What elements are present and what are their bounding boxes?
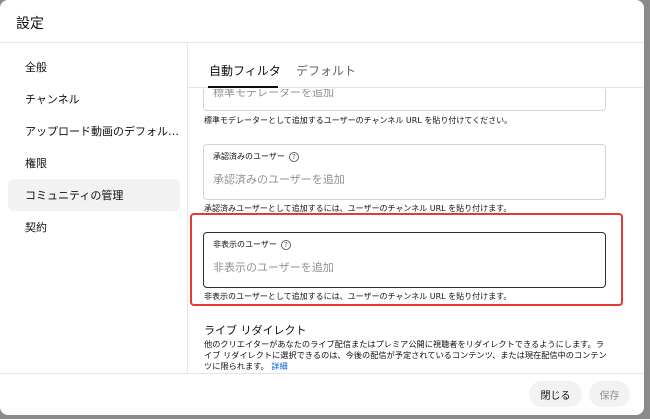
- live-redirect-title: ライブ リダイレクト: [204, 324, 307, 337]
- content-scrollbar[interactable]: [634, 89, 640, 373]
- approved-users-label-text: 承認済みのユーザー: [213, 152, 285, 161]
- save-button[interactable]: 保存: [589, 381, 630, 407]
- sidebar-item-channel[interactable]: チャンネル: [8, 83, 180, 115]
- moderators-field[interactable]: 標準モデレーターを追加: [203, 89, 606, 111]
- scroll-thumb[interactable]: [634, 101, 639, 251]
- learn-more-link[interactable]: 詳細: [271, 361, 287, 371]
- settings-dialog: 設定 全般 チャンネル アップロード動画のデフォル… 権限 コミュニティの管理 …: [0, 0, 644, 415]
- hidden-users-helper: 非表示のユーザーとして追加するには、ユーザーのチャンネル URL を貼り付けます…: [204, 292, 512, 301]
- approved-users-field[interactable]: 承認済みのユーザー ? 承認済みのユーザーを追加: [203, 144, 606, 200]
- approved-users-helper: 承認済みユーザーとして追加するには、ユーザーのチャンネル URL を貼り付けます…: [204, 204, 512, 213]
- close-button[interactable]: 閉じる: [529, 381, 582, 407]
- help-icon[interactable]: ?: [280, 239, 291, 250]
- sidebar-item-community[interactable]: コミュニティの管理: [8, 179, 180, 211]
- hidden-users-field[interactable]: 非表示のユーザー ? 非表示のユーザーを追加: [203, 232, 606, 288]
- approved-users-input[interactable]: 承認済みのユーザーを追加: [213, 171, 345, 187]
- tab-defaults[interactable]: デフォルト: [296, 62, 356, 79]
- sidebar-item-upload-defaults[interactable]: アップロード動画のデフォル…: [8, 115, 180, 147]
- help-icon[interactable]: ?: [288, 151, 299, 162]
- dialog-title: 設定: [16, 16, 44, 32]
- moderators-input[interactable]: 標準モデレーターを追加: [213, 89, 334, 100]
- hidden-users-label-text: 非表示のユーザー: [213, 240, 277, 249]
- sidebar: 全般 チャンネル アップロード動画のデフォル… 権限 コミュニティの管理 契約: [0, 43, 187, 373]
- community-settings-content: 標準モデレーターを追加 標準モデレーターとして追加するユーザーのチャンネル UR…: [188, 89, 632, 373]
- tab-auto-filter[interactable]: 自動フィルタ: [209, 62, 281, 79]
- tab-selected-indicator: [208, 86, 278, 88]
- sidebar-item-general[interactable]: 全般: [8, 51, 180, 83]
- approved-users-label: 承認済みのユーザー ?: [213, 151, 299, 162]
- footer-divider: [0, 373, 644, 374]
- sidebar-item-permissions[interactable]: 権限: [8, 147, 180, 179]
- sidebar-item-agreements[interactable]: 契約: [8, 211, 180, 243]
- live-redirect-description: 他のクリエイターがあなたのライブ配信またはプレミア公開に視聴者をリダイレクトでき…: [204, 339, 609, 372]
- hidden-users-label: 非表示のユーザー ?: [213, 239, 291, 250]
- live-redirect-description-text: 他のクリエイターがあなたのライブ配信またはプレミア公開に視聴者をリダイレクトでき…: [204, 339, 607, 371]
- hidden-users-input[interactable]: 非表示のユーザーを追加: [213, 259, 334, 275]
- tab-bar: 自動フィルタ デフォルト: [188, 43, 644, 88]
- moderators-helper: 標準モデレーターとして追加するユーザーのチャンネル URL を貼り付けてください…: [204, 116, 513, 125]
